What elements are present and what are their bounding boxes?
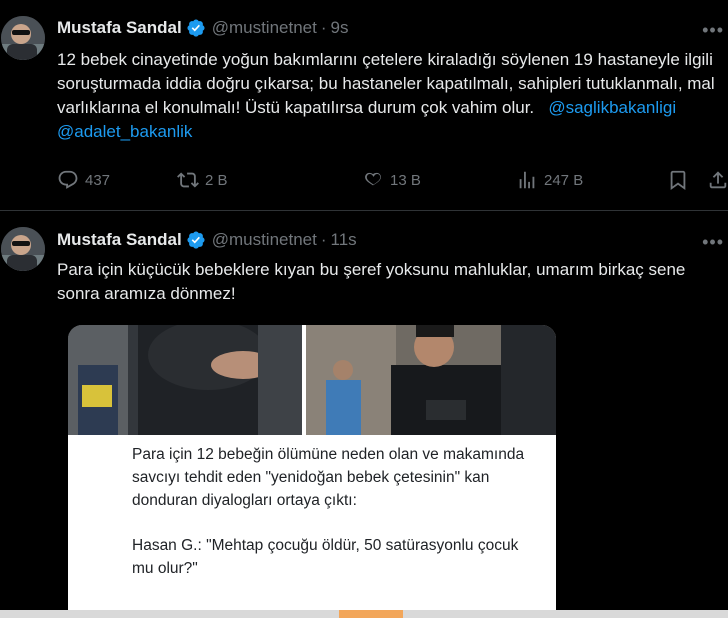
- more-icon[interactable]: •••: [702, 232, 724, 253]
- caption-line: Para için 12 bebeğin ölümüne neden olan …: [132, 446, 525, 509]
- verified-badge-icon: [187, 231, 205, 249]
- timestamp[interactable]: 11s: [331, 230, 357, 250]
- tweet-2[interactable]: Mustafa Sandal @mustinetnet · 11s ••• Pa…: [0, 0, 728, 618]
- avatar[interactable]: [1, 227, 45, 271]
- tweet-header: Mustafa Sandal @mustinetnet · 11s: [57, 229, 357, 251]
- tweet-media[interactable]: Para için 12 bebeğin ölümüne neden olan …: [68, 325, 556, 618]
- media-photo-left[interactable]: [68, 325, 302, 435]
- separator-dot: ·: [320, 230, 327, 249]
- media-photo-right[interactable]: [306, 325, 556, 435]
- media-caption: Para için 12 bebeğin ölümüne neden olan …: [132, 443, 532, 580]
- author-handle[interactable]: @mustinetnet: [212, 230, 317, 250]
- tweet-text: Para için küçücük bebeklere kıyan bu şer…: [57, 260, 686, 303]
- author-name[interactable]: Mustafa Sandal: [57, 230, 182, 250]
- bottom-scroll-bar: [0, 610, 728, 618]
- caption-line: Hasan G.: "Mehtap çocuğu öldür, 50 satür…: [132, 537, 519, 577]
- scroll-indicator: [339, 610, 403, 618]
